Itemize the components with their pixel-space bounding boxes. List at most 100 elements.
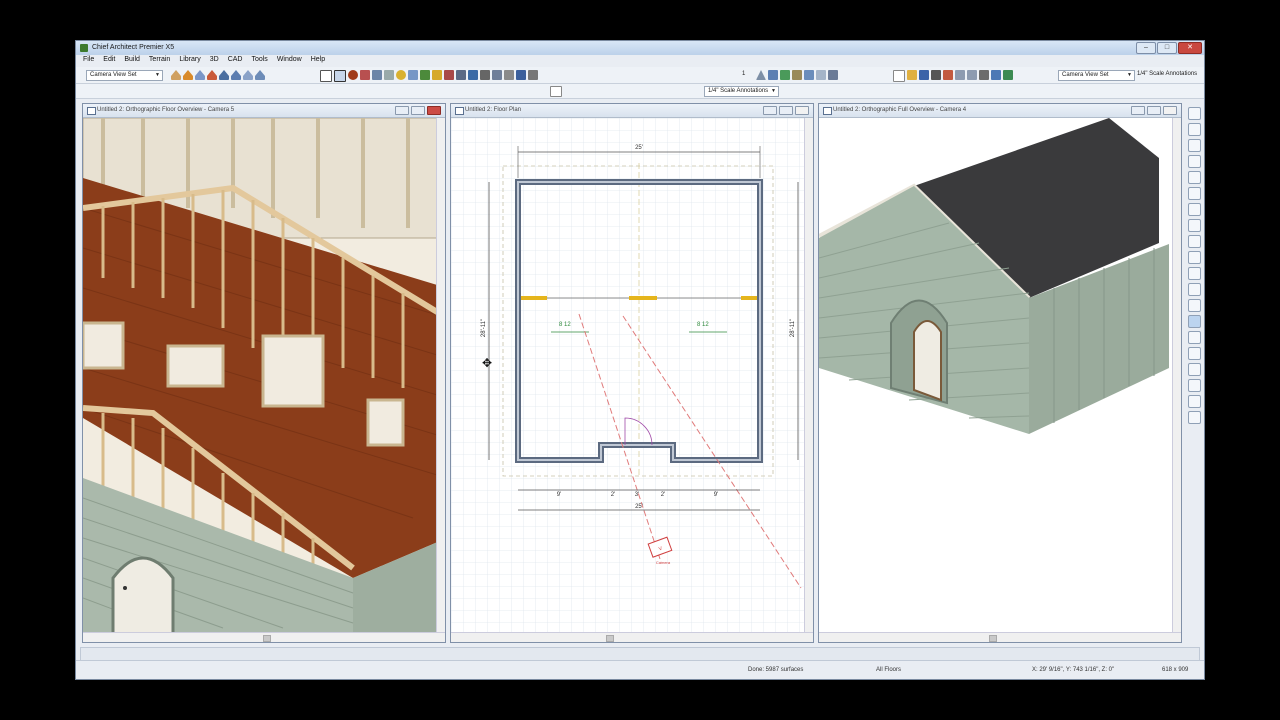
- scrollbar-thumb[interactable]: [606, 635, 614, 642]
- scrollbar-thumb[interactable]: [989, 635, 997, 642]
- pane-minimize-button[interactable]: [763, 106, 777, 115]
- floor-down-icon[interactable]: [1187, 299, 1201, 312]
- rebuild-icon[interactable]: [1187, 251, 1201, 264]
- pane-maximize-button[interactable]: [411, 106, 425, 115]
- zoom-in-icon[interactable]: [1187, 123, 1201, 136]
- pan-icon[interactable]: [1187, 203, 1201, 216]
- new-file-icon[interactable]: [893, 70, 905, 82]
- pane-close-button[interactable]: [427, 106, 441, 115]
- chevron-down-small-icon[interactable]: [528, 70, 538, 80]
- bounding-box-icon[interactable]: [1187, 395, 1201, 408]
- close-button[interactable]: ✕: [1178, 42, 1202, 54]
- grid-snap-icon[interactable]: [1187, 363, 1201, 376]
- hip-roof-icon[interactable]: [219, 70, 229, 80]
- arc-icon[interactable]: [456, 70, 466, 80]
- layer-display-icon[interactable]: [1187, 235, 1201, 248]
- minimize-button[interactable]: –: [1136, 42, 1156, 54]
- open-folder-icon[interactable]: [907, 70, 917, 80]
- menu-file[interactable]: File: [83, 56, 94, 66]
- roof-icon[interactable]: [183, 70, 193, 80]
- undo-zoom-icon[interactable]: [1187, 155, 1201, 168]
- edit-mode-icon[interactable]: [1187, 315, 1201, 328]
- light-bulb-icon[interactable]: [396, 70, 406, 80]
- cabinet-icon[interactable]: [372, 70, 382, 80]
- redo-icon[interactable]: [967, 70, 977, 80]
- menu-cad[interactable]: CAD: [228, 56, 243, 66]
- undo-icon[interactable]: [955, 70, 965, 80]
- material-ball-icon[interactable]: [348, 70, 358, 80]
- print-icon[interactable]: [931, 70, 941, 80]
- layer-icon[interactable]: [780, 70, 790, 80]
- reference-floor-icon[interactable]: [1187, 267, 1201, 280]
- zoom-out-icon[interactable]: [1187, 139, 1201, 152]
- window-tool-icon[interactable]: [492, 70, 502, 80]
- door-icon[interactable]: [480, 70, 490, 80]
- maximize-button[interactable]: □: [1157, 42, 1177, 54]
- menu-help[interactable]: Help: [311, 56, 325, 66]
- grid-icon[interactable]: [804, 70, 814, 80]
- menu-edit[interactable]: Edit: [103, 56, 115, 66]
- up-arrow-icon[interactable]: [756, 70, 766, 80]
- gable-icon[interactable]: [207, 70, 217, 80]
- help-icon[interactable]: [991, 70, 1001, 80]
- elevation-icon[interactable]: [231, 70, 241, 80]
- floor-plan-canvas[interactable]: 25' 28'-11" 28'-11" 8 12 8 12 9' 2' 3' 2…: [451, 118, 813, 632]
- camera-view-set-select-right[interactable]: Camera View Set ▼: [1058, 70, 1135, 81]
- menu-library[interactable]: Library: [179, 56, 200, 66]
- horizontal-scrollbar[interactable]: [451, 632, 813, 642]
- overview-icon[interactable]: [243, 70, 253, 80]
- zoom-icon[interactable]: [1187, 107, 1201, 120]
- camera-view-set-select-left[interactable]: Camera View Set ▼: [86, 70, 163, 81]
- menu-tools[interactable]: Tools: [251, 56, 267, 66]
- pane-maximize-button[interactable]: [779, 106, 793, 115]
- stairs-icon[interactable]: [444, 70, 454, 80]
- menu-build[interactable]: Build: [124, 56, 140, 66]
- horizontal-scrollbar[interactable]: [819, 632, 1181, 642]
- marquee-select-icon[interactable]: [334, 70, 346, 82]
- export-icon[interactable]: [943, 70, 953, 80]
- menu-window[interactable]: Window: [277, 56, 302, 66]
- cube-icon[interactable]: [516, 70, 526, 80]
- angle-snap-icon[interactable]: [1187, 347, 1201, 360]
- plan-view-icon[interactable]: [768, 70, 778, 80]
- vertical-scrollbar[interactable]: [436, 118, 445, 632]
- pane-floor-overview[interactable]: Untitled 2: Orthographic Floor Overview …: [82, 103, 446, 643]
- arch-icon[interactable]: [504, 70, 514, 80]
- menu-3d[interactable]: 3D: [210, 56, 219, 66]
- vertical-scrollbar[interactable]: [804, 118, 813, 632]
- house-icon[interactable]: [171, 70, 181, 80]
- pane-full-overview[interactable]: Untitled 2: Orthographic Full Overview -…: [818, 103, 1182, 643]
- horizontal-scrollbar[interactable]: [83, 632, 445, 642]
- display-icon[interactable]: [828, 70, 838, 80]
- save-icon[interactable]: [919, 70, 929, 80]
- pane-maximize-button[interactable]: [1147, 106, 1161, 115]
- pane-close-button[interactable]: [795, 106, 809, 115]
- dormer-icon[interactable]: [195, 70, 205, 80]
- full-overview-3d-view[interactable]: [819, 118, 1181, 632]
- paint-icon[interactable]: [360, 70, 370, 80]
- fill-window-building-icon[interactable]: [1187, 187, 1201, 200]
- pane-close-button[interactable]: [1163, 106, 1177, 115]
- snap-icon[interactable]: [1187, 331, 1201, 344]
- pane-minimize-button[interactable]: [1131, 106, 1145, 115]
- zoom-tool-icon[interactable]: [979, 70, 989, 80]
- scrollbar-thumb[interactable]: [263, 635, 271, 642]
- materials-icon[interactable]: [792, 70, 802, 80]
- object-snap-icon[interactable]: [1187, 379, 1201, 392]
- fill-window-icon[interactable]: [1187, 171, 1201, 184]
- fill-style-icon[interactable]: [1187, 411, 1201, 424]
- select-arrow-icon[interactable]: [320, 70, 332, 82]
- menu-terrain[interactable]: Terrain: [149, 56, 170, 66]
- pane-minimize-button[interactable]: [395, 106, 409, 115]
- pencil-icon[interactable]: [420, 70, 430, 80]
- fixture-icon[interactable]: [384, 70, 394, 80]
- text-style-icon[interactable]: [550, 86, 562, 97]
- ruler-icon[interactable]: [432, 70, 442, 80]
- dimension-icon[interactable]: [468, 70, 478, 80]
- text-icon[interactable]: [408, 70, 418, 80]
- pane-floor-plan[interactable]: Untitled 2: Floor Plan 25' 28'-11" 28'-1…: [450, 103, 814, 643]
- scale-annotations-select[interactable]: 1/4" Scale Annotations ▼: [704, 86, 779, 97]
- checkbox-icon[interactable]: [1003, 70, 1013, 80]
- camera-house-icon[interactable]: [255, 70, 265, 80]
- refresh-icon[interactable]: [1187, 219, 1201, 232]
